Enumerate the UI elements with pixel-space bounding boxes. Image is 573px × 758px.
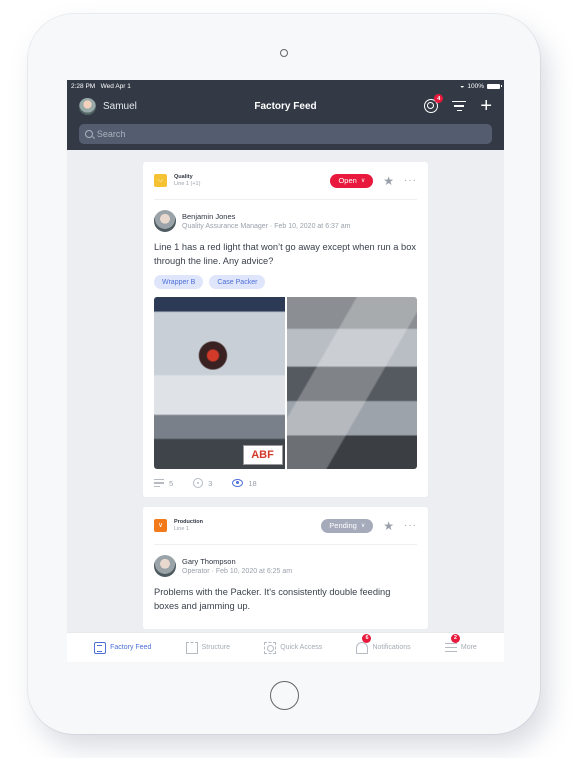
category-line: Line 1 <box>174 526 189 532</box>
star-icon[interactable]: ★ <box>383 175 394 187</box>
activity-button[interactable]: 4 <box>424 94 444 113</box>
status-dropdown[interactable]: Open ∨ <box>330 173 374 188</box>
tab-more[interactable]: 2 More <box>444 633 477 654</box>
tab-factory-feed[interactable]: Factory Feed <box>94 641 152 654</box>
star-icon[interactable]: ★ <box>383 520 394 532</box>
battery-icon <box>487 83 502 89</box>
target-icon <box>193 478 204 488</box>
filter-icon[interactable] <box>452 100 467 112</box>
tracked-stat[interactable]: 3 <box>193 478 212 488</box>
chevron-down-icon: ∨ <box>360 178 366 184</box>
more-options-icon[interactable]: ··· <box>404 520 417 531</box>
post-actions: Open ∨ ★ ··· <box>330 173 417 188</box>
author-meta: Operator · Feb 10, 2020 at 6:25 am <box>182 568 293 575</box>
structure-icon <box>185 641 198 654</box>
menu-icon <box>444 642 457 654</box>
avatar[interactable] <box>79 97 96 115</box>
feed: ⌵ Quality Line 1 (+1) Open ∨ ★ ··· Benja… <box>143 162 428 639</box>
comments-count: 5 <box>169 478 174 488</box>
post-card[interactable]: ∨ Production Line 1 Pending ∨ ★ ··· Gary… <box>143 507 428 629</box>
tab-label: Factory Feed <box>110 644 152 651</box>
tab-bar: Factory Feed Structure Quick Access 6 No… <box>67 632 504 662</box>
status-time: 2:28 PM <box>71 82 96 90</box>
chevrons-down-icon: ⌵ <box>154 174 167 187</box>
author-text: Gary Thompson Operator · Feb 10, 2020 at… <box>182 557 292 575</box>
views-stat[interactable]: 18 <box>232 478 257 488</box>
add-post-button[interactable]: + <box>480 96 492 116</box>
nav-row: Samuel Factory Feed 4 + <box>67 92 504 120</box>
author-avatar[interactable] <box>154 555 176 577</box>
category-line: Line 1 (+1) <box>174 181 201 187</box>
post-author: Benjamin Jones Quality Assurance Manager… <box>154 210 417 232</box>
chevron-down-icon: ∨ <box>154 519 167 532</box>
battery-percent: 100% <box>467 82 484 90</box>
category-name: Quality <box>174 174 193 180</box>
tag-chip[interactable]: Wrapper B <box>154 275 204 289</box>
app-screen: 2:28 PM Wed Apr 1 ◒ 100% Samuel Factory … <box>67 80 504 662</box>
quick-access-icon <box>264 641 277 654</box>
tab-label: Notifications <box>372 644 411 651</box>
search-icon <box>85 130 93 138</box>
author-text: Benjamin Jones Quality Assurance Manager… <box>182 212 351 230</box>
status-label: Open <box>338 176 357 185</box>
search-bar[interactable] <box>79 124 492 144</box>
post-photo[interactable]: ABF <box>154 297 285 469</box>
tab-label: More <box>460 644 477 651</box>
tab-structure[interactable]: Structure <box>185 641 230 654</box>
search-input[interactable] <box>96 129 486 139</box>
camera-icon <box>280 49 288 57</box>
author-name[interactable]: Gary Thompson <box>182 557 292 566</box>
post-tags: Wrapper B Case Packer <box>154 275 417 289</box>
wifi-icon: ◒ <box>460 82 465 90</box>
nav-actions: 4 + <box>424 94 492 116</box>
author-meta: Quality Assurance Manager · Feb 10, 2020… <box>182 223 351 230</box>
post-stats: 5 3 18 <box>154 469 417 497</box>
status-left: 2:28 PM Wed Apr 1 <box>71 83 131 90</box>
tracked-count: 3 <box>208 478 213 488</box>
post-author: Gary Thompson Operator · Feb 10, 2020 at… <box>154 555 417 577</box>
status-bar: 2:28 PM Wed Apr 1 ◒ 100% <box>67 80 504 92</box>
status-label: Pending <box>329 521 357 530</box>
post-photos: ABF <box>154 297 417 469</box>
tag-chip[interactable]: Case Packer <box>209 275 266 289</box>
status-dropdown[interactable]: Pending ∨ <box>321 518 374 533</box>
user-name[interactable]: Samuel <box>103 101 137 112</box>
chevron-down-icon: ∨ <box>360 523 366 529</box>
category-name: Production <box>174 519 204 525</box>
activity-badge: 4 <box>434 94 444 103</box>
post-photo[interactable] <box>286 297 417 469</box>
feed-icon <box>94 641 107 654</box>
author-avatar[interactable] <box>154 210 176 232</box>
tab-quick-access[interactable]: Quick Access <box>264 641 323 654</box>
bell-icon <box>356 641 369 654</box>
post-header: ∨ Production Line 1 Pending ∨ ★ ··· <box>154 507 417 545</box>
eye-icon <box>232 479 244 487</box>
tab-label: Structure <box>201 644 230 651</box>
views-count: 18 <box>248 478 257 488</box>
post-actions: Pending ∨ ★ ··· <box>321 518 417 533</box>
home-button[interactable] <box>270 681 299 710</box>
status-right: ◒ 100% <box>460 82 502 90</box>
post-category: Quality Line 1 (+1) <box>174 174 200 187</box>
comments-icon <box>154 479 164 487</box>
tab-label: Quick Access <box>280 644 323 651</box>
tab-notifications[interactable]: 6 Notifications <box>356 633 411 654</box>
more-badge: 2 <box>450 633 460 643</box>
post-header: ⌵ Quality Line 1 (+1) Open ∨ ★ ··· <box>154 162 417 200</box>
notifications-badge: 6 <box>362 633 372 643</box>
more-options-icon[interactable]: ··· <box>404 175 417 186</box>
post-body: Line 1 has a red light that won’t go awa… <box>154 242 417 266</box>
post-card[interactable]: ⌵ Quality Line 1 (+1) Open ∨ ★ ··· Benja… <box>143 162 428 497</box>
post-body: Problems with the Packer. It's consisten… <box>154 587 391 611</box>
post-category: Production Line 1 <box>174 519 203 532</box>
photo-logo: ABF <box>242 445 283 465</box>
author-name[interactable]: Benjamin Jones <box>182 212 351 221</box>
comments-stat[interactable]: 5 <box>154 479 173 488</box>
top-bar: 2:28 PM Wed Apr 1 ◒ 100% Samuel Factory … <box>67 80 504 150</box>
status-date: Wed Apr 1 <box>100 82 131 90</box>
